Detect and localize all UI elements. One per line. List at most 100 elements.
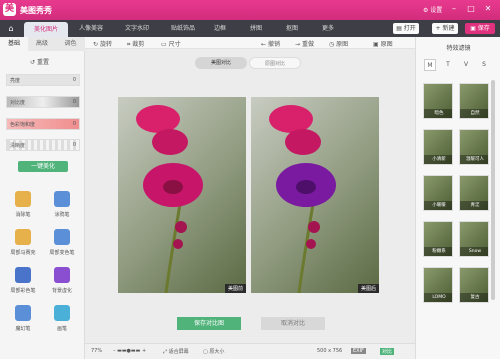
filter-thumb[interactable]: 青涩	[459, 175, 489, 211]
filter-label: 粉嫩系	[424, 247, 452, 256]
filters-title: 特效滤镜	[446, 45, 471, 52]
doodle-pen-tool[interactable]: 涂鸦笔	[45, 191, 79, 225]
tab-collage[interactable]: 拼图	[244, 20, 268, 37]
saturation-slider[interactable]: 色彩饱和度 0	[6, 118, 80, 130]
slider-label: 对比度	[10, 100, 26, 106]
filter-thumb[interactable]: 暗色	[423, 83, 453, 119]
filters-scrollbar[interactable]	[491, 80, 495, 300]
history-label: 原图	[336, 41, 349, 48]
filter-thumb[interactable]: LOMO	[423, 267, 453, 303]
brightness-slider[interactable]: 亮度 0	[6, 74, 80, 86]
slider-label: 清晰度	[10, 143, 26, 149]
filter-label: 暗色	[424, 109, 452, 118]
new-label: 新建	[442, 25, 455, 32]
background-blur-tool[interactable]: 背景虚化	[45, 267, 79, 301]
redo-button[interactable]: → 重做	[295, 39, 314, 48]
exif-button[interactable]: EXIF	[351, 348, 366, 354]
filter-tab-v[interactable]: V	[460, 59, 472, 71]
compare-button[interactable]: 对比	[380, 348, 395, 355]
settings-button[interactable]: ⚙ 设置	[423, 5, 442, 14]
slider-value: 0	[72, 142, 76, 148]
tool-label: 局部马赛克	[10, 250, 36, 256]
tab-text[interactable]: 文字水印	[116, 20, 158, 37]
filter-label: 自然	[460, 109, 488, 118]
filter-label: 青涩	[460, 201, 488, 210]
magic-wand-icon	[15, 305, 31, 321]
compare-beautified-toggle[interactable]: 美图对比	[195, 57, 247, 69]
fit-label: 适合屏幕	[168, 349, 189, 355]
color-pen-tool[interactable]: 局部彩色笔	[6, 267, 40, 301]
image-size: 500 x 756	[317, 348, 343, 354]
paint-icon	[54, 305, 70, 321]
slider-label: 亮度	[10, 78, 21, 84]
tab-frames[interactable]: 边框	[206, 20, 234, 37]
actual-size-button[interactable]: ▢ 原大小	[203, 348, 224, 355]
filter-thumb[interactable]: 小暖暖	[423, 175, 453, 211]
filter-thumb[interactable]: 复古	[459, 267, 489, 303]
filter-tab-m[interactable]: M	[424, 59, 436, 71]
tab-color[interactable]: 调色	[56, 37, 85, 51]
new-button[interactable]: + 新建	[432, 23, 458, 34]
crop-button[interactable]: ⌗ 裁剪	[127, 39, 144, 49]
reset-button[interactable]: ↺ 重置	[30, 57, 49, 66]
magic-pen-tool[interactable]: 魔幻笔	[6, 305, 40, 339]
tab-portrait[interactable]: 人像美容	[70, 20, 112, 37]
clarity-slider[interactable]: 清晰度 0	[6, 139, 80, 151]
zoom-slider[interactable]: – ▬▬●▬▬ +	[113, 348, 146, 354]
crop-label: 裁剪	[132, 41, 145, 48]
tab-cutout[interactable]: 抠图	[280, 20, 304, 37]
filter-thumb[interactable]: 自然	[459, 83, 489, 119]
tab-more[interactable]: 更多	[316, 20, 340, 37]
mosaic-icon	[15, 229, 31, 245]
filter-thumb[interactable]: 小清新	[423, 129, 453, 165]
tool-label: 画笔	[56, 326, 67, 332]
app-title: 美图秀秀	[20, 6, 52, 15]
rotate-button[interactable]: ↻ 旋转	[93, 39, 112, 48]
paint-pen-tool[interactable]: 画笔	[45, 305, 79, 339]
maximize-icon[interactable]: □	[465, 3, 477, 15]
close-icon[interactable]: ✕	[482, 3, 494, 15]
save-button[interactable]: ▣ 保存	[465, 23, 495, 34]
home-icon[interactable]: ⌂	[4, 22, 18, 35]
palette-icon	[15, 267, 31, 283]
filter-label: 小清新	[424, 155, 452, 164]
original-button[interactable]: ▣ 原图	[373, 39, 393, 48]
recolor-pen-tool[interactable]: 局部变色笔	[45, 229, 79, 263]
cancel-compare-button[interactable]: 取消对比	[261, 317, 325, 330]
after-image: 美图后	[251, 97, 379, 293]
save-label: 保存	[477, 25, 490, 32]
resize-button[interactable]: ▭ 尺寸	[161, 39, 181, 48]
filter-tab-t[interactable]: T	[442, 59, 454, 71]
filter-thumb[interactable]: 粉嫩系	[423, 221, 453, 257]
fit-screen-button[interactable]: ⤢ 适合屏幕	[163, 348, 189, 355]
filter-label: 温暖可人	[460, 155, 488, 164]
filter-label: LOMO	[424, 293, 452, 302]
mosaic-tool[interactable]: 局部马赛克	[6, 229, 40, 263]
one-key-beautify-button[interactable]: 一键美化	[18, 161, 68, 172]
filter-thumb[interactable]: 温暖可人	[459, 129, 489, 165]
filter-label: 复古	[460, 293, 488, 302]
history-button[interactable]: ◷ 原图	[329, 39, 348, 48]
tab-advanced[interactable]: 高级	[28, 37, 56, 51]
undo-button[interactable]: ← 撤销	[261, 39, 280, 48]
filter-thumb[interactable]: Snow	[459, 221, 489, 257]
sub-tabs: 基础 高级 调色	[0, 37, 85, 51]
tab-basic[interactable]: 基础	[0, 37, 28, 51]
orchid-photo-before	[136, 105, 203, 293]
title-bar: 美 美图秀秀 ⚙ 设置 – □ ✕	[0, 0, 500, 20]
tool-label: 局部彩色笔	[10, 288, 36, 294]
editing-canvas: 美图对比 原图对比 美图前 美图后 保存对比图 取消对比	[85, 49, 415, 359]
save-compare-button[interactable]: 保存对比图	[177, 317, 241, 330]
filter-tab-s[interactable]: S	[478, 59, 490, 71]
pen-icon	[54, 229, 70, 245]
filter-label: Snow	[460, 247, 488, 256]
tab-stickers[interactable]: 贴纸饰品	[162, 20, 204, 37]
compare-original-toggle[interactable]: 原图对比	[249, 57, 301, 69]
eraser-pen-tool[interactable]: 消除笔	[6, 191, 40, 225]
contrast-slider[interactable]: 对比度 0	[6, 96, 80, 108]
slider-value: 0	[72, 99, 76, 105]
tab-beautify[interactable]: 美化图片	[24, 22, 68, 37]
open-button[interactable]: ▤ 打开	[393, 23, 419, 34]
original-label: 原图	[380, 41, 393, 48]
minimize-icon[interactable]: –	[448, 3, 460, 15]
